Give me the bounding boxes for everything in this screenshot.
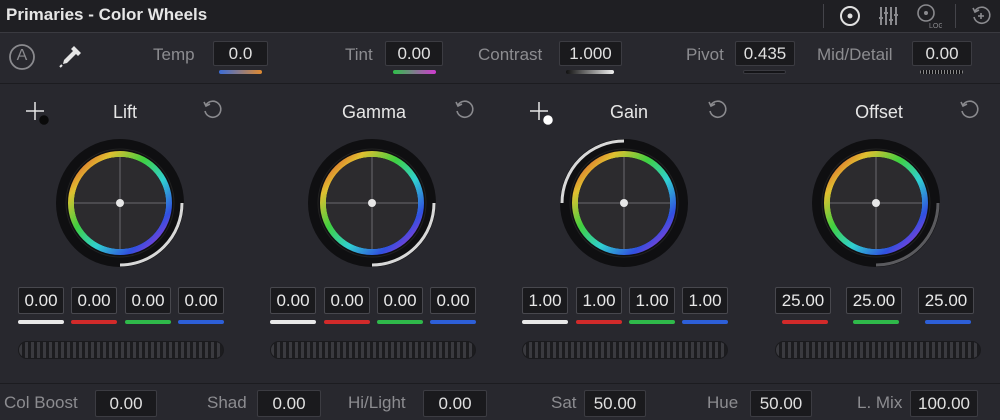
gain-color-wheel[interactable] — [559, 138, 689, 268]
gamma-master-bar — [270, 320, 316, 324]
gain-reset-icon[interactable] — [706, 99, 728, 121]
contrast-field[interactable]: 1.000 — [559, 41, 622, 66]
lift-master-bar — [18, 320, 64, 324]
shad-label: Shad — [207, 393, 247, 412]
sat-label: Sat — [551, 393, 577, 412]
lift-blue-value[interactable]: 0.00 — [178, 287, 224, 314]
pivot-label: Pivot — [686, 45, 724, 64]
gamma-master-jog-wheel[interactable] — [270, 341, 476, 359]
offset-green-value[interactable]: 25.00 — [846, 287, 902, 314]
gain-red-value[interactable]: 1.00 — [576, 287, 622, 314]
temp-slider[interactable] — [219, 70, 262, 74]
lift-reset-icon[interactable] — [201, 99, 223, 121]
divider — [823, 4, 824, 28]
gain-red-bar — [576, 320, 622, 324]
contrast-label: Contrast — [478, 45, 543, 64]
contrast-slider[interactable] — [566, 70, 614, 74]
offset-master-jog-wheel[interactable] — [775, 341, 981, 359]
gain-title: Gain — [609, 102, 649, 122]
offset-blue-bar — [925, 320, 971, 324]
temp-label: Temp — [153, 45, 195, 64]
mid-detail-label: Mid/Detail — [817, 45, 893, 64]
offset-red-value[interactable]: 25.00 — [775, 287, 831, 314]
divider — [955, 4, 956, 28]
tint-field[interactable]: 0.00 — [385, 41, 443, 66]
panel-title-bar: Primaries - Color Wheels LOG — [0, 0, 1000, 33]
gamma-green-bar — [377, 320, 423, 324]
eyedropper-icon[interactable] — [56, 43, 84, 71]
gain-master-bar — [522, 320, 568, 324]
crosshair-picker-icon[interactable] — [24, 100, 50, 126]
pivot-slider[interactable] — [743, 70, 786, 74]
lift-color-wheel[interactable] — [55, 138, 185, 268]
offset-color-wheel[interactable] — [811, 138, 941, 268]
primaries-toolbar: A Temp 0.0 Tint 0.00 Contrast 1.000 Pivo… — [0, 33, 1000, 84]
panel-title: Primaries - Color Wheels — [6, 5, 208, 24]
log-wheels-icon[interactable]: LOG — [908, 0, 948, 32]
gain-green-value[interactable]: 1.00 — [629, 287, 675, 314]
lift-red-bar — [71, 320, 117, 324]
l-mix-field[interactable]: 100.00 — [910, 390, 978, 417]
lift-master-jog-wheel[interactable] — [18, 341, 224, 359]
bottom-adjustments-bar: Col Boost 0.00 Shad 0.00 Hi/Light 0.00 S… — [0, 383, 1000, 420]
lift-red-value[interactable]: 0.00 — [71, 287, 117, 314]
gamma-color-wheel[interactable] — [307, 138, 437, 268]
tint-label: Tint — [345, 45, 373, 64]
offset-reset-icon[interactable] — [958, 99, 980, 121]
hue-field[interactable]: 50.00 — [750, 390, 812, 417]
lift-title: Lift — [112, 102, 137, 122]
hi-light-label: Hi/Light — [348, 393, 406, 412]
offset-blue-value[interactable]: 25.00 — [918, 287, 974, 314]
gamma-green-value[interactable]: 0.00 — [377, 287, 423, 314]
gain-blue-value[interactable]: 1.00 — [682, 287, 728, 314]
shad-field[interactable]: 0.00 — [257, 390, 321, 417]
reset-all-icon[interactable] — [961, 0, 1000, 32]
tint-slider[interactable] — [393, 70, 436, 74]
col-boost-field[interactable]: 0.00 — [95, 390, 157, 417]
l-mix-label: L. Mix — [857, 393, 903, 412]
offset-title: Offset — [855, 102, 903, 122]
mid-detail-slider[interactable] — [920, 70, 963, 74]
gain-master-jog-wheel[interactable] — [522, 341, 728, 359]
crosshair-picker-icon[interactable] — [528, 100, 554, 126]
primaries-wheels-icon[interactable] — [830, 0, 870, 32]
gamma-master-value[interactable]: 0.00 — [270, 287, 316, 314]
offset-red-bar — [782, 320, 828, 324]
mid-detail-field[interactable]: 0.00 — [912, 41, 972, 66]
gamma-red-value[interactable]: 0.00 — [324, 287, 370, 314]
auto-balance-button[interactable]: A — [8, 43, 36, 71]
hi-light-field[interactable]: 0.00 — [423, 390, 487, 417]
lift-master-value[interactable]: 0.00 — [18, 287, 64, 314]
svg-text:LOG: LOG — [929, 23, 942, 30]
lift-green-bar — [125, 320, 171, 324]
hue-label: Hue — [707, 393, 739, 412]
gain-master-value[interactable]: 1.00 — [522, 287, 568, 314]
gamma-blue-bar — [430, 320, 476, 324]
lift-blue-bar — [178, 320, 224, 324]
gain-blue-bar — [682, 320, 728, 324]
gamma-red-bar — [324, 320, 370, 324]
primaries-bars-icon[interactable] — [868, 0, 908, 32]
auto-balance-label: A — [16, 47, 28, 64]
temp-field[interactable]: 0.0 — [213, 41, 268, 66]
gamma-reset-icon[interactable] — [453, 99, 475, 121]
offset-green-bar — [853, 320, 899, 324]
sat-field[interactable]: 50.00 — [584, 390, 646, 417]
pivot-field[interactable]: 0.435 — [735, 41, 795, 66]
lift-green-value[interactable]: 0.00 — [125, 287, 171, 314]
gamma-blue-value[interactable]: 0.00 — [430, 287, 476, 314]
gamma-title: Gamma — [341, 102, 406, 122]
gain-green-bar — [629, 320, 675, 324]
col-boost-label: Col Boost — [4, 393, 78, 412]
